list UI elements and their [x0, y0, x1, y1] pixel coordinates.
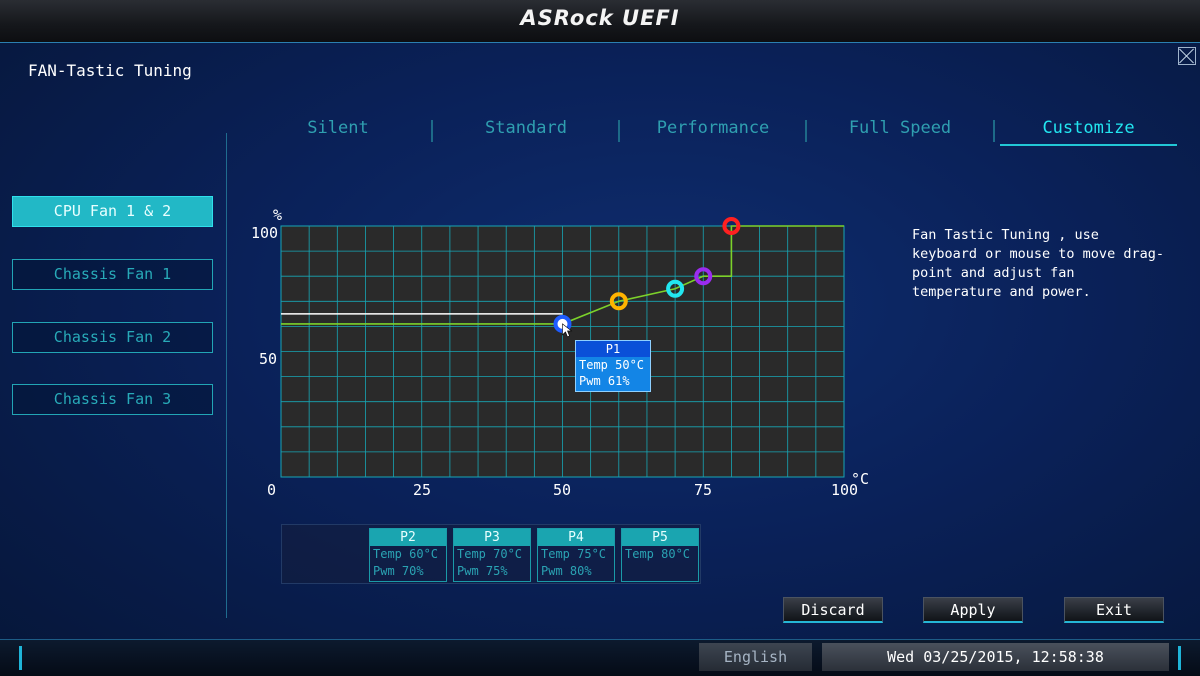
- point-box-pwm: Pwm 70%: [373, 564, 424, 578]
- point-box-pwm: Pwm 75%: [457, 564, 508, 578]
- datetime-display: Wed 03/25/2015, 12:58:38: [822, 643, 1169, 671]
- point-box-temp: Temp 80°C: [625, 547, 691, 561]
- edge-indicator: [19, 646, 22, 670]
- point-box-title: P3: [454, 529, 530, 546]
- apply-button[interactable]: Apply: [923, 597, 1023, 623]
- point-box-title: P4: [538, 529, 614, 546]
- point-box-p4: P4 Temp 75°C Pwm 80%: [537, 528, 615, 582]
- chart-grid: [281, 226, 844, 477]
- tooltip-title: P1: [576, 341, 650, 357]
- point-box-title: P2: [370, 529, 446, 546]
- exit-button[interactable]: Exit: [1064, 597, 1164, 623]
- tooltip-pwm: Pwm 61%: [579, 374, 630, 388]
- point-box-p3: P3 Temp 70°C Pwm 75%: [453, 528, 531, 582]
- language-selector[interactable]: English: [699, 643, 812, 671]
- discard-button[interactable]: Discard: [783, 597, 883, 623]
- point-box-p2: P2 Temp 60°C Pwm 70%: [369, 528, 447, 582]
- point-box-temp: Temp 70°C: [457, 547, 523, 561]
- help-text: Fan Tastic Tuning , use keyboard or mous…: [912, 227, 1164, 300]
- edge-indicator: [1178, 646, 1181, 670]
- point-box-pwm: Pwm 80%: [541, 564, 592, 578]
- point-box-p5: P5 Temp 80°C: [621, 528, 699, 582]
- point-box-temp: Temp 75°C: [541, 547, 607, 561]
- tooltip-temp: Temp 50°C: [579, 358, 645, 372]
- point-box-title: P5: [622, 529, 698, 546]
- point-box-temp: Temp 60°C: [373, 547, 439, 561]
- point-tooltip: P1 Temp 50°C Pwm 61%: [575, 340, 651, 392]
